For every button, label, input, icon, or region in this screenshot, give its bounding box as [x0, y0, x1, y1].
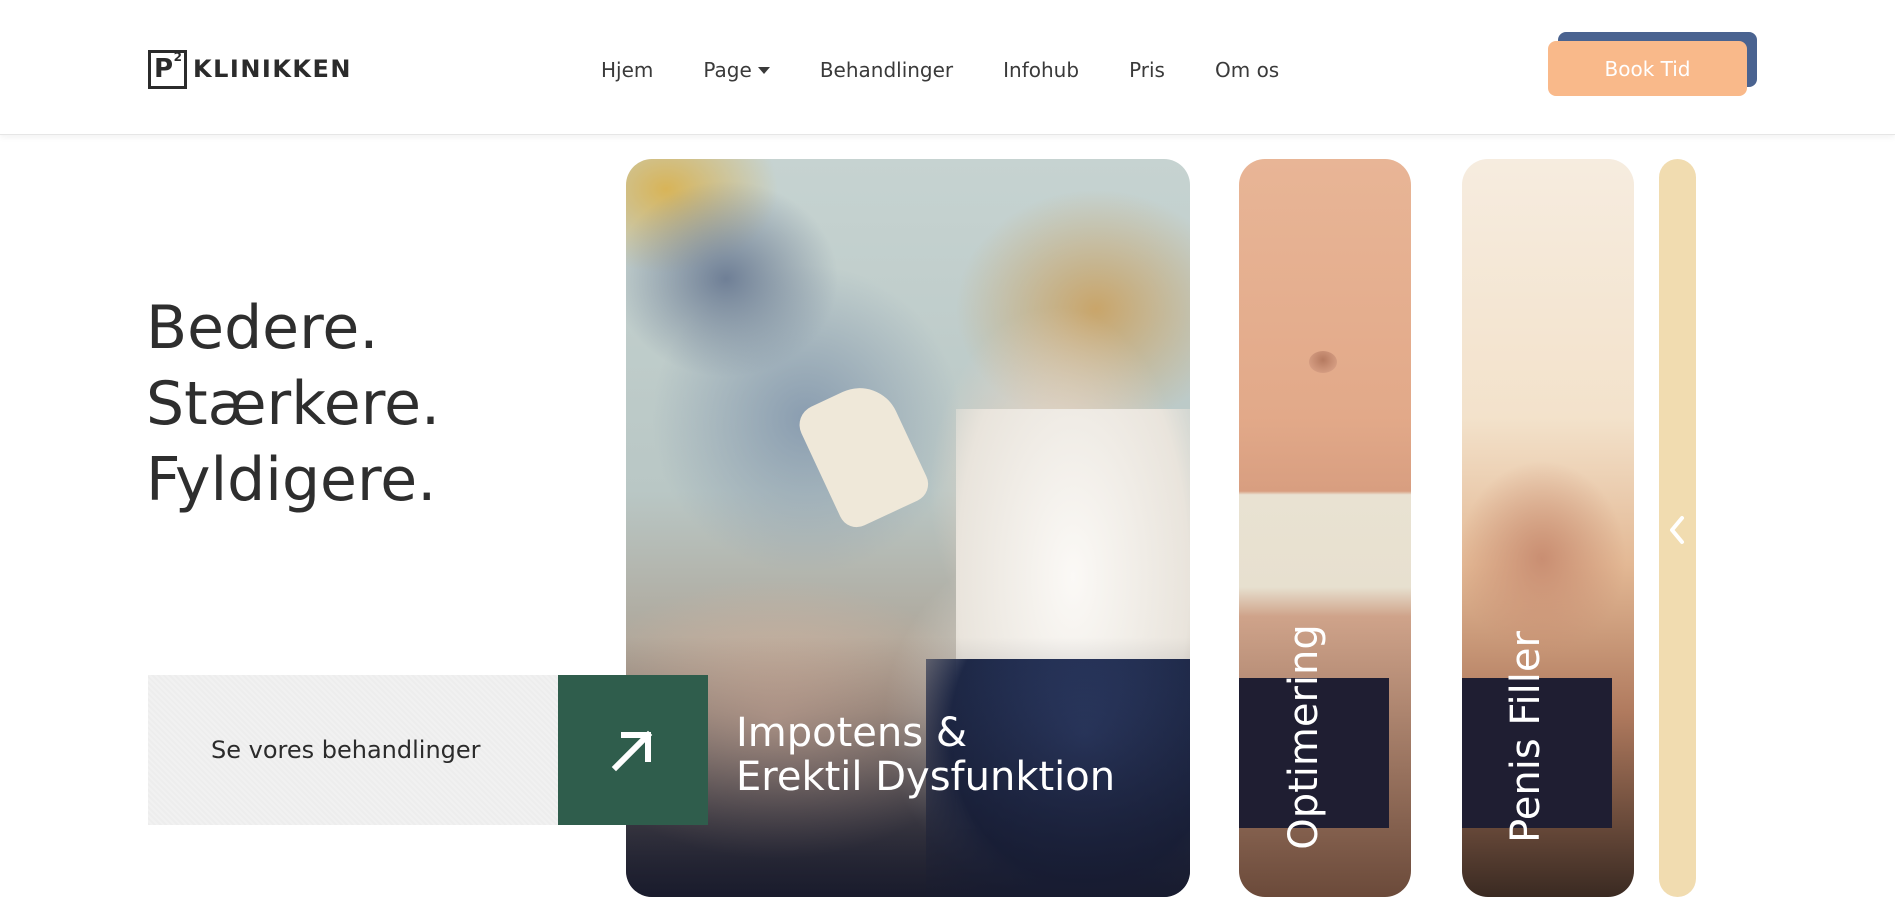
arrow-up-right-icon: [611, 730, 653, 772]
card-title: Optimering: [1280, 624, 1327, 850]
caret-down-icon: [757, 66, 770, 74]
cta-arrow-button[interactable]: [558, 675, 708, 825]
book-button[interactable]: Book Tid: [1548, 41, 1747, 96]
treatment-card-penis-filler[interactable]: Penis Filler: [1462, 159, 1634, 897]
card-label-wrap: Optimering: [1239, 159, 1389, 897]
see-treatments-link[interactable]: Se vores behandlinger: [148, 675, 558, 825]
nav-label: Pris: [1129, 58, 1165, 82]
card-title: Penis Filler: [1502, 631, 1549, 843]
hero-title: Bedere. Stærkere. Fyldigere.: [146, 290, 440, 518]
logo-text: KLINIKKEN: [193, 55, 353, 83]
nav-item-hjem[interactable]: Hjem: [601, 58, 653, 82]
treatment-card-impotens[interactable]: Impotens & Erektil Dysfunktion: [626, 159, 1190, 897]
hero-line: Fyldigere.: [146, 445, 437, 515]
treatment-card-optimering[interactable]: Optimering: [1239, 159, 1411, 897]
logo-mark: P 2: [148, 49, 187, 89]
card-title: Impotens & Erektil Dysfunktion: [736, 711, 1115, 799]
main-nav: Hjem Page Behandlinger Infohub Pris Om o…: [601, 55, 1329, 85]
nav-item-pris[interactable]: Pris: [1129, 58, 1165, 82]
card-label-wrap: Penis Filler: [1462, 159, 1612, 897]
card-title-line: Impotens &: [736, 710, 968, 756]
cta-label: Se vores behandlinger: [211, 736, 481, 764]
nav-label: Om os: [1214, 58, 1280, 82]
nav-item-infohub[interactable]: Infohub: [1003, 58, 1079, 82]
nav-item-om-os[interactable]: Om os: [1215, 58, 1279, 82]
card-title-line: Erektil Dysfunktion: [736, 754, 1116, 800]
nav-label: Behandlinger: [819, 58, 954, 82]
hero-line: Bedere.: [146, 293, 379, 363]
chevron-left-icon[interactable]: [1664, 510, 1690, 550]
hero-line: Stærkere.: [146, 369, 441, 439]
site-header: P 2 KLINIKKEN Hjem Page Behandlinger Inf…: [0, 0, 1895, 135]
card-image-detail: [792, 375, 935, 533]
logo-mark-superscript: 2: [173, 49, 182, 64]
logo[interactable]: P 2 KLINIKKEN: [148, 49, 352, 89]
nav-item-page[interactable]: Page: [703, 58, 770, 82]
nav-label: Infohub: [1003, 58, 1080, 82]
nav-item-behandlinger[interactable]: Behandlinger: [820, 58, 953, 82]
nav-label: Page: [703, 58, 752, 82]
logo-mark-letter: P: [154, 53, 174, 84]
nav-label: Hjem: [601, 58, 654, 82]
